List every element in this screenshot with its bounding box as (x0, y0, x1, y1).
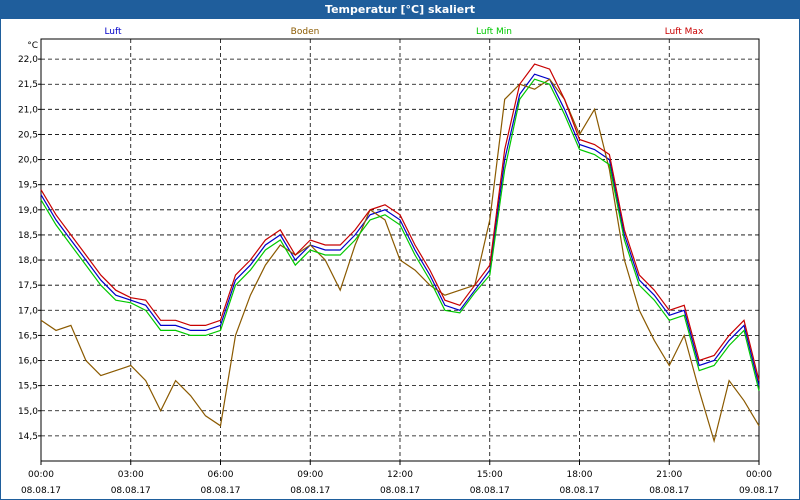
y-tick-label: 14,5 (18, 432, 38, 442)
legend-luft: Luft (104, 27, 122, 37)
x-tick-date: 08.08.17 (21, 486, 61, 496)
x-tick-date: 09.08.17 (739, 486, 779, 496)
y-tick-label: 20,5 (18, 130, 38, 140)
x-tick-time: 03:00 (118, 470, 144, 480)
x-tick-time: 00:00 (28, 470, 54, 480)
legend-luft-min: Luft Min (476, 27, 512, 37)
y-tick-label: 17,5 (18, 281, 38, 291)
x-tick-time: 18:00 (567, 470, 593, 480)
x-tick-date: 08.08.17 (111, 486, 151, 496)
x-tick-time: 12:00 (387, 470, 413, 480)
y-tick-label: 16,0 (18, 357, 38, 367)
x-tick-date: 08.08.17 (649, 486, 689, 496)
x-tick-date: 08.08.17 (559, 486, 599, 496)
chart-window: Temperatur [°C] skaliert 14,5 15,0 15,5 16,… (0, 0, 800, 500)
x-tick-time: 15:00 (477, 470, 503, 480)
y-tick-label: 21,0 (18, 105, 38, 115)
y-tick-label: 18,5 (18, 231, 38, 241)
x-tick-date: 08.08.17 (380, 486, 420, 496)
y-tick-label: 21,5 (18, 80, 38, 90)
y-tick-label: 15,0 (18, 407, 38, 417)
legend-luft-max: Luft Max (665, 27, 704, 37)
y-unit-label: °C (27, 41, 38, 51)
x-tick-time: 21:00 (656, 470, 682, 480)
legend-boden: Boden (291, 27, 320, 37)
y-tick-label: 20,0 (18, 156, 38, 166)
y-tick-label: 16,5 (18, 331, 38, 341)
x-tick-time: 09:00 (297, 470, 323, 480)
y-tick-label: 19,5 (18, 181, 38, 191)
y-tick-label: 18,0 (18, 256, 38, 266)
x-tick-date: 08.08.17 (200, 486, 240, 496)
x-tick-date: 08.08.17 (470, 486, 510, 496)
temperature-chart: 14,5 15,0 15,5 16,0 16,5 17,0 17,5 18,0 18,5 19,0… (18, 27, 779, 496)
y-tick-label: 15,5 (18, 382, 38, 392)
y-tick-label: 22,0 (18, 55, 38, 65)
x-tick-date: 08.08.17 (290, 486, 330, 496)
x-tick-time: 00:00 (746, 470, 772, 480)
y-tick-label: 19,0 (18, 206, 38, 216)
y-tick-label: 17,0 (18, 306, 38, 316)
x-tick-time: 06:00 (208, 470, 234, 480)
